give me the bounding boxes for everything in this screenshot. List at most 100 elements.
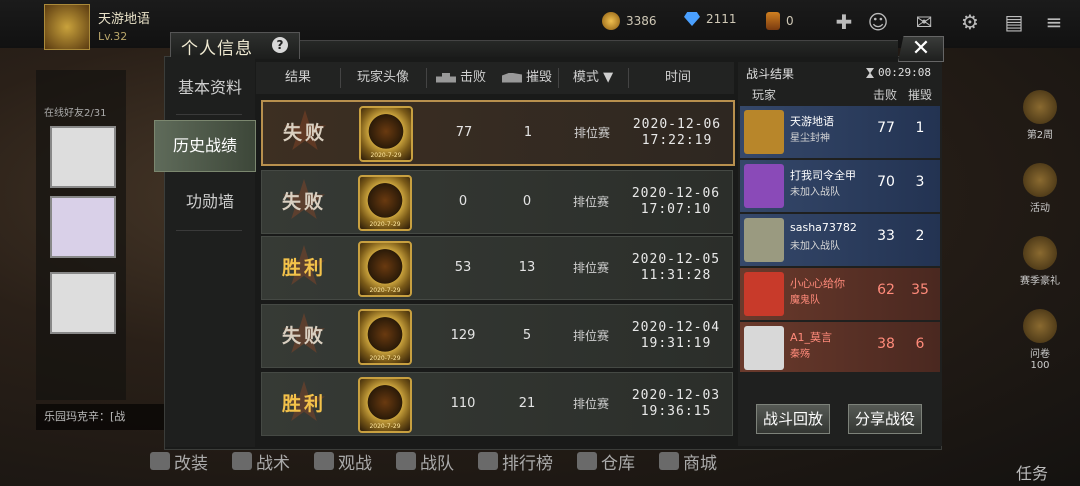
spectate-icon [314,452,334,470]
time-value: 2020-12-04 19:31:19 [624,320,728,352]
event-icon [1023,163,1057,197]
hud-survey[interactable]: 问卷 100 [1010,309,1070,371]
mode-value: 排位赛 [572,195,609,209]
table-row[interactable]: 胜利 2020-7-29 110 21 排位赛 2020-12-03 19:36:15 [261,372,733,436]
book-icon[interactable]: ▤ [1002,10,1026,34]
destroy-value: 5 [522,328,532,343]
player-avatar: 2020-7-29 [358,241,412,297]
tab-honor-wall[interactable]: 功勋墙 [170,182,250,222]
time-value: 2020-12-06 17:22:19 [625,117,729,149]
result-text: 胜利 [281,393,326,415]
friend-card[interactable] [50,126,116,188]
clock-value: 17:22:19 [641,133,713,148]
modal-title: 个人信息 [181,39,253,59]
player-clan: 星尘封神 [790,133,830,144]
nav-clan[interactable]: 战队 [396,449,454,474]
hud-season-gift[interactable]: 赛季豪礼 [1010,236,1070,287]
table-row[interactable]: 胜利 2020-7-29 53 13 排位赛 2020-12-05 11:31:28 [261,236,733,300]
tab-basic-info[interactable]: 基本资料 [170,68,250,108]
gem-count: 2111 [706,12,737,26]
chat-bar[interactable]: 乐园玛克辛：[战 [36,404,174,430]
clock-value: 11:31:28 [640,268,712,283]
bottom-nav: 改装 战术 观战 战队 排行榜 仓库 商城 [150,446,930,476]
battle-timer: 00:29:08 [878,66,931,79]
tab-history[interactable]: 历史战绩 [154,120,256,172]
result-text: 失败 [281,191,326,213]
hud-event[interactable]: 活动 [1010,163,1070,214]
help-icon[interactable]: ? [272,37,288,53]
add-icon[interactable]: ✚ [832,10,856,34]
result-badge: 失败 [269,108,341,158]
nav-warehouse[interactable]: 仓库 [577,449,635,474]
result-badge: 失败 [268,311,340,361]
time-value: 2020-12-06 17:07:10 [624,186,728,218]
player-kills: 33 [877,228,895,244]
nav-leaderboard[interactable]: 排行榜 [478,449,553,474]
battle-player-row[interactable]: A1_莫言 秦殇 38 6 [740,322,940,372]
close-button[interactable]: ✕ [898,36,944,62]
hud-week[interactable]: 第2周 [1010,90,1070,141]
tactics-icon [232,452,252,470]
player-kills: 70 [877,174,895,190]
time-value: 2020-12-05 11:31:28 [624,252,728,284]
col-kills: 击败 [873,88,898,102]
replay-button[interactable]: 战斗回放 [756,404,831,434]
battle-player-row[interactable]: sasha73782 未加入战队 33 2 [740,214,940,266]
mode-value: 排位赛 [572,329,609,343]
share-button[interactable]: 分享战役 [848,404,923,434]
mail-icon[interactable]: ✉ [912,10,936,34]
nav-tactics[interactable]: 战术 [232,449,290,474]
coin-display: 3386 [602,12,657,30]
nav-spectate[interactable]: 观战 [314,449,372,474]
task-button[interactable]: 任务 [1016,460,1048,484]
chevron-down-icon: ▼ [603,70,614,85]
medal-display: 0 [766,12,794,30]
player-avatar: 2020-7-29 [358,377,412,433]
header-destroy: 摧毁 [496,62,558,94]
friends-icon[interactable]: ☺ [866,10,890,34]
header-avatar: 玩家头像 [356,70,409,85]
battle-player-row[interactable]: 打我司令全甲 未加入战队 70 3 [740,160,940,212]
player-avatar: 2020-7-29 [358,175,412,231]
player-name: 天游地语 [98,12,151,27]
date-value: 2020-12-05 [631,252,721,267]
table-row[interactable]: 失败 2020-7-29 77 1 排位赛 2020-12-06 17:22:19 [261,100,735,166]
result-text: 胜利 [281,257,326,279]
avatar [744,272,784,316]
avatar [744,218,784,262]
header-mode[interactable]: 模式 ▼ [558,62,628,94]
destroy-value: 1 [523,125,533,140]
player-avatar: 2020-7-29 [358,309,412,365]
battle-player-row[interactable]: 天游地语 星尘封神 77 1 [740,106,940,158]
result-badge: 失败 [268,177,340,227]
avatar-date: 2020-7-29 [369,221,401,228]
nav-modify[interactable]: 改装 [150,449,208,474]
result-badge: 胜利 [268,243,340,293]
friend-card[interactable] [50,196,116,258]
kills-value: 77 [455,125,473,140]
player-kills: 38 [877,336,895,352]
kills-value: 0 [458,194,468,209]
shop-icon [659,452,679,470]
table-row[interactable]: 失败 2020-7-29 0 0 排位赛 2020-12-06 17:07:10 [261,170,733,234]
col-destroy: 摧毁 [908,88,933,102]
table-row[interactable]: 失败 2020-7-29 129 5 排位赛 2020-12-04 19:31:19 [261,304,733,368]
friend-card[interactable] [50,272,116,334]
gem-display: 2111 [684,12,737,26]
player-avatar[interactable] [44,4,90,50]
gem-icon [684,12,700,26]
kills-value: 129 [450,328,476,343]
player-clan: 未加入战队 [790,187,840,198]
clan-icon [396,452,416,470]
gear-icon[interactable]: ⚙ [958,10,982,34]
kills-value: 110 [450,396,476,411]
date-value: 2020-12-06 [631,186,721,201]
avatar-date: 2020-7-29 [369,355,401,362]
player-clan: 魔鬼队 [790,295,820,306]
nav-shop[interactable]: 商城 [659,449,717,474]
battle-player-row[interactable]: 小心心给你 魔鬼队 62 35 [740,268,940,320]
player-kills: 62 [877,282,895,298]
mode-value: 排位赛 [572,261,609,275]
col-player: 玩家 [752,88,777,102]
menu-icon[interactable]: ≡ [1042,10,1066,34]
